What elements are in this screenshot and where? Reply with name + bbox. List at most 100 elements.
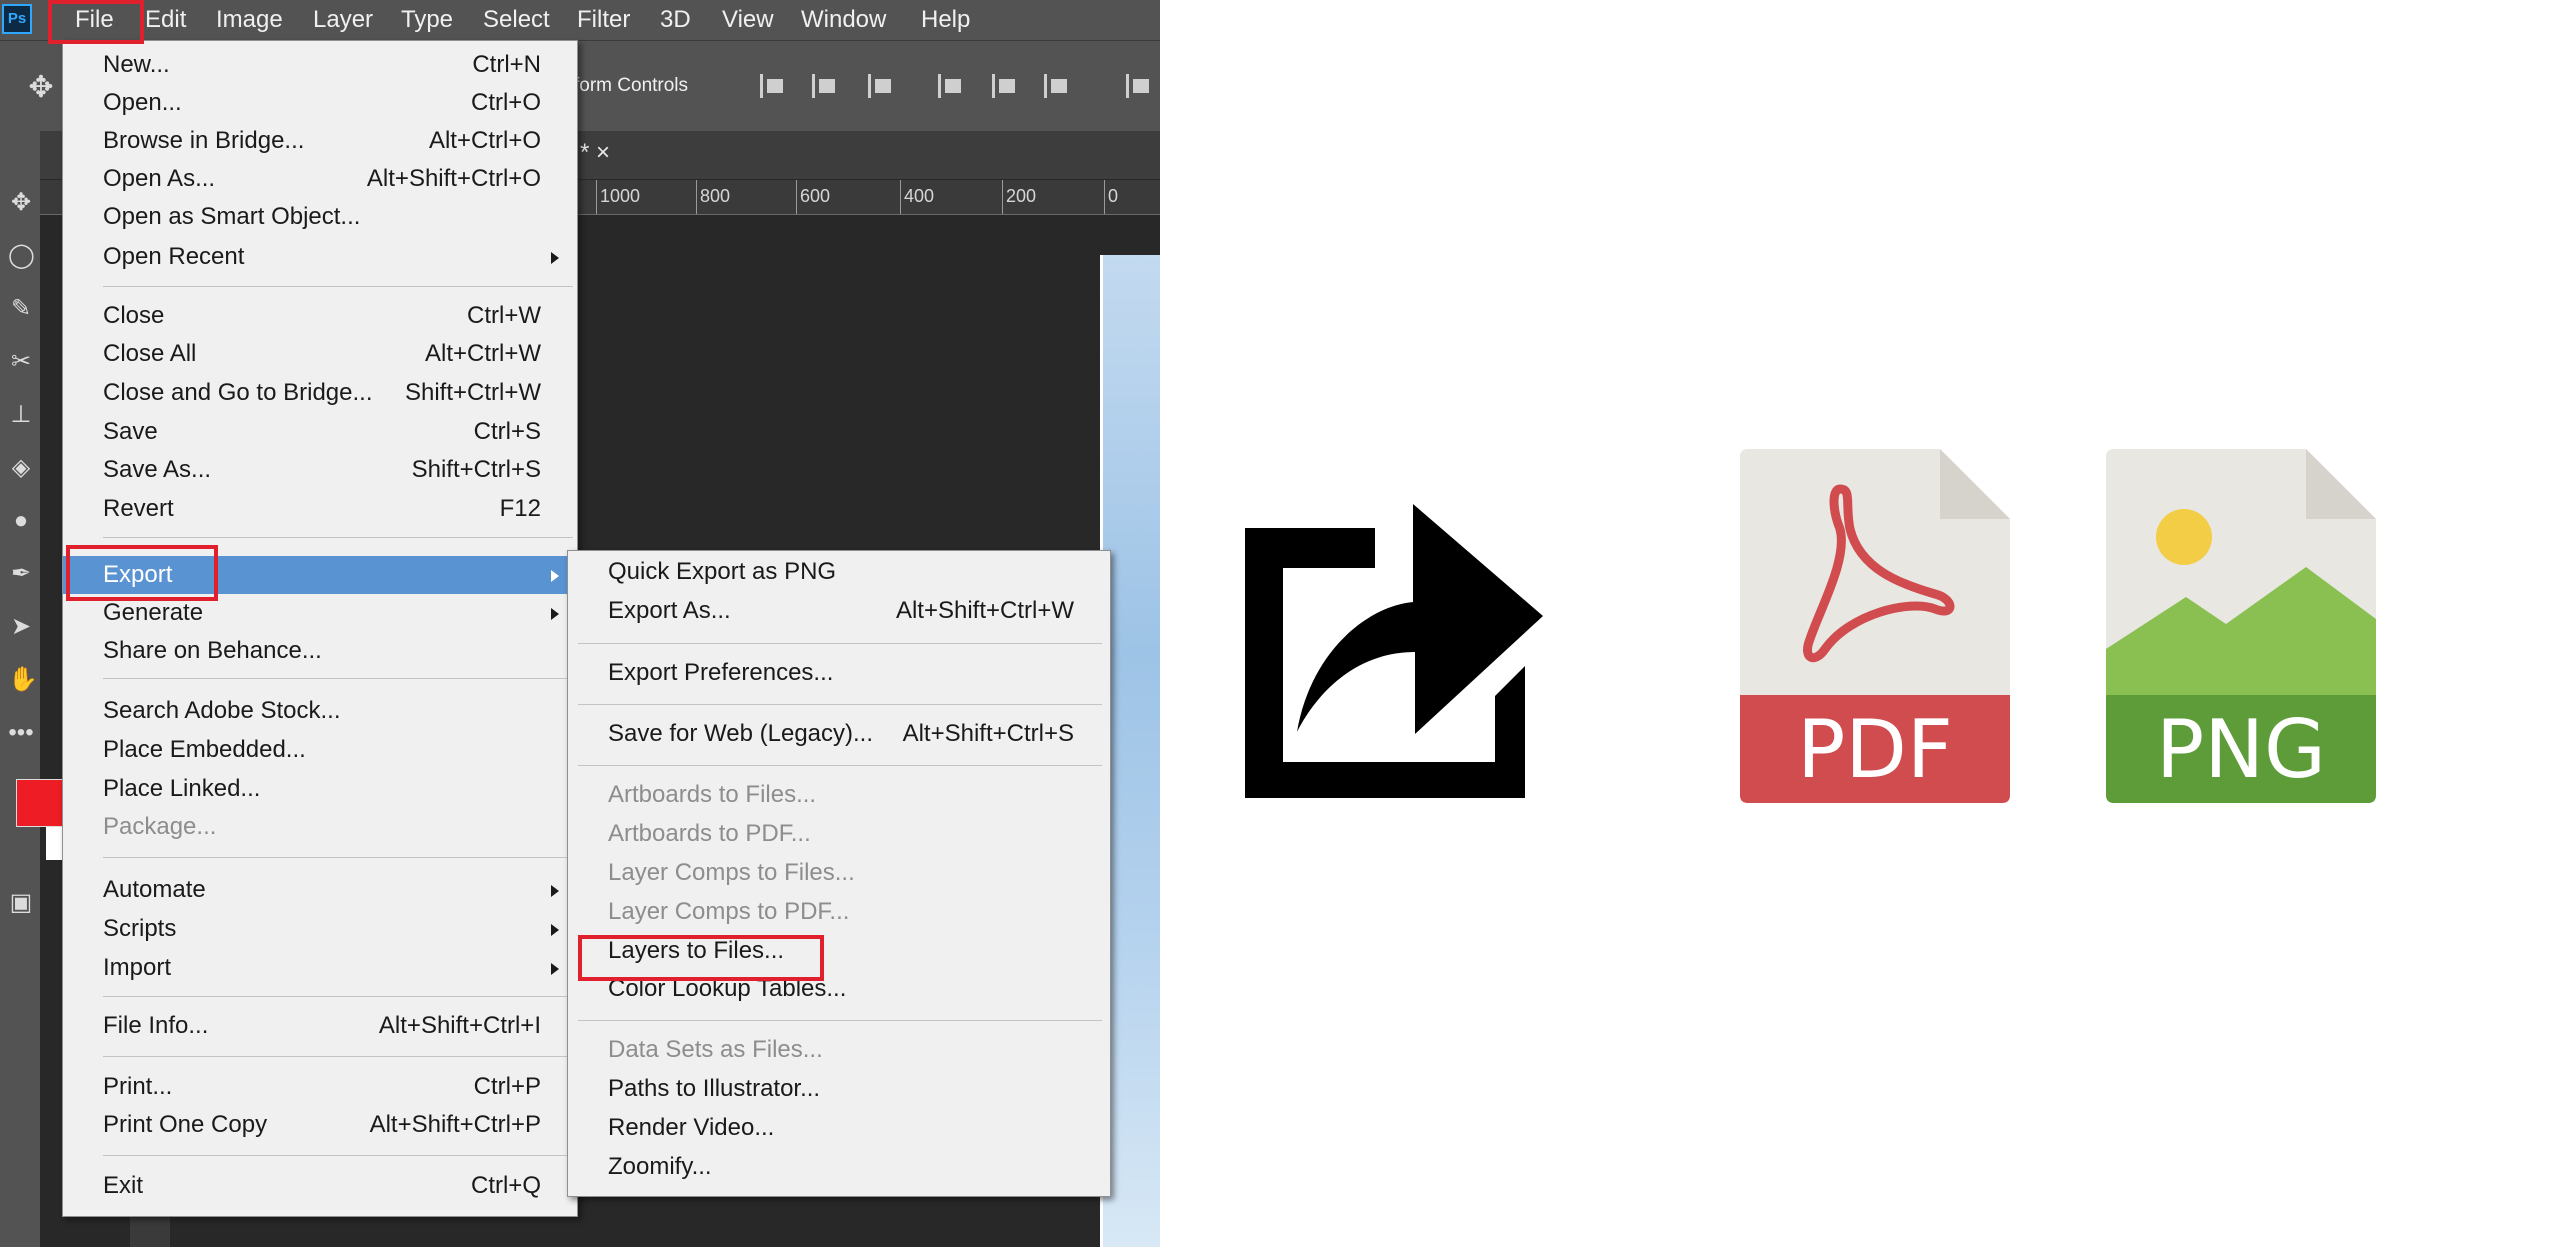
eraser-tool-icon[interactable]: ◈ <box>8 455 34 481</box>
align-bottom-icon[interactable] <box>864 71 898 101</box>
document-tab[interactable]: * × <box>580 139 610 167</box>
menu-item-data-sets-as-files: Data Sets as Files... <box>608 1036 823 1063</box>
ruler-tick <box>596 180 597 214</box>
menu-item-layer-comps-to-pdf: Layer Comps to PDF... <box>608 898 850 925</box>
menu-item-save[interactable]: Save Ctrl+S <box>63 413 577 451</box>
photoshop-logo: Ps <box>2 4 32 34</box>
foreground-color-swatch[interactable] <box>16 779 64 827</box>
align-left-icon[interactable] <box>934 71 968 101</box>
submenu-arrow-icon <box>551 885 559 897</box>
pdf-label: PDF <box>1797 703 1953 796</box>
pdf-file-icon: PDF <box>1740 449 2010 803</box>
menu-item-save-as[interactable]: Save As... Shift+Ctrl+S <box>63 451 577 489</box>
move-tool-icon[interactable]: ✥ <box>8 190 34 216</box>
menu-item-search-adobe-stock[interactable]: Search Adobe Stock... <box>63 692 577 730</box>
hand-tool-icon[interactable]: ✋ <box>8 667 38 693</box>
annotation-box-file <box>48 0 144 44</box>
submenu-arrow-icon <box>551 252 559 264</box>
quick-mask-icon[interactable]: ▣ <box>8 890 34 916</box>
menu-item-artboards-to-files: Artboards to Files... <box>608 781 817 808</box>
ruler-tick <box>796 180 797 214</box>
crop-tool-icon[interactable]: ✂ <box>8 349 34 375</box>
share-export-icon <box>1245 504 1543 798</box>
more-tools-icon[interactable]: ••• <box>8 720 34 746</box>
menu-bar: Ps File Edit Image Layer Type Select Fil… <box>0 0 1160 40</box>
align-horizontal-center-icon[interactable] <box>988 71 1022 101</box>
menu-item-print[interactable]: Print... Ctrl+P <box>63 1068 577 1106</box>
menu-select[interactable]: Select <box>483 0 550 40</box>
menu-item-close-all[interactable]: Close All Alt+Ctrl+W <box>63 335 577 373</box>
menu-item-open[interactable]: Open... Ctrl+O <box>63 84 577 122</box>
menu-item-save-for-web[interactable]: Save for Web (Legacy)... Alt+Shift+Ctrl+S <box>568 715 1110 753</box>
menu-separator <box>103 286 573 287</box>
menu-item-browse-in-bridge[interactable]: Browse in Bridge... Alt+Ctrl+O <box>63 122 577 160</box>
menu-item-scripts[interactable]: Scripts <box>63 910 577 948</box>
menu-item-package: Package... <box>103 813 217 840</box>
ruler-label: 400 <box>904 186 935 206</box>
menu-window[interactable]: Window <box>801 0 886 40</box>
menu-item-paths-to-illustrator[interactable]: Paths to Illustrator... <box>568 1070 1110 1108</box>
ruler-tick <box>900 180 901 214</box>
menu-item-open-as-smart-object[interactable]: Open as Smart Object... <box>63 198 577 236</box>
menu-item-open-recent[interactable]: Open Recent <box>63 238 577 276</box>
png-label: PNG <box>2156 703 2326 796</box>
menu-item-close-and-go-to-bridge[interactable]: Close and Go to Bridge... Shift+Ctrl+W <box>63 374 577 412</box>
menu-separator <box>578 643 1102 644</box>
ruler-tick <box>1104 180 1105 214</box>
menu-help[interactable]: Help <box>921 0 970 40</box>
menu-item-share-on-behance[interactable]: Share on Behance... <box>63 632 577 670</box>
menu-view[interactable]: View <box>722 0 774 40</box>
menu-item-place-linked[interactable]: Place Linked... <box>63 770 577 808</box>
menu-item-open-as[interactable]: Open As... Alt+Shift+Ctrl+O <box>63 160 577 198</box>
menu-edit[interactable]: Edit <box>145 0 186 40</box>
ruler-label: 1000 <box>600 186 641 206</box>
blur-tool-icon[interactable]: ● <box>8 508 34 534</box>
submenu-arrow-icon <box>551 924 559 936</box>
menu-separator <box>103 996 573 997</box>
align-right-icon[interactable] <box>1040 71 1074 101</box>
menu-item-export-preferences[interactable]: Export Preferences... <box>568 654 1110 692</box>
menu-item-new[interactable]: New... Ctrl+N <box>63 46 577 84</box>
transform-controls-label[interactable]: form Controls <box>574 75 688 97</box>
menu-item-revert[interactable]: Revert F12 <box>63 490 577 528</box>
ruler-label: 0 <box>1108 186 1119 206</box>
submenu-arrow-icon <box>551 608 559 620</box>
submenu-arrow-icon <box>551 963 559 975</box>
move-tool-icon[interactable]: ✥ <box>24 71 58 105</box>
menu-item-close[interactable]: Close Ctrl+W <box>63 297 577 335</box>
menu-item-automate[interactable]: Automate <box>63 871 577 909</box>
align-vertical-center-icon[interactable] <box>808 71 842 101</box>
menu-item-exit[interactable]: Exit Ctrl+Q <box>63 1167 577 1205</box>
menu-separator <box>578 1020 1102 1021</box>
pen-tool-icon[interactable]: ✒ <box>8 561 34 587</box>
lasso-tool-icon[interactable]: ◯ <box>8 243 35 269</box>
annotation-box-layers-to-files <box>578 935 824 981</box>
menu-layer[interactable]: Layer <box>313 0 373 40</box>
photoshop-window: Ps File Edit Image Layer Type Select Fil… <box>0 0 1160 1247</box>
menu-type[interactable]: Type <box>401 0 453 40</box>
menu-item-import[interactable]: Import <box>63 949 577 987</box>
menu-item-zoomify[interactable]: Zoomify... <box>568 1148 1110 1186</box>
distribute-icon[interactable] <box>1122 71 1156 101</box>
export-submenu: Quick Export as PNG Export As... Alt+Shif… <box>567 550 1111 1197</box>
png-file-icon: PNG <box>2106 449 2376 803</box>
quick-select-tool-icon[interactable]: ✎ <box>8 296 34 322</box>
align-top-icon[interactable] <box>756 71 790 101</box>
menu-filter[interactable]: Filter <box>577 0 630 40</box>
menu-item-export-as[interactable]: Export As... Alt+Shift+Ctrl+W <box>568 592 1110 630</box>
menu-item-print-one-copy[interactable]: Print One Copy Alt+Shift+Ctrl+P <box>63 1106 577 1144</box>
stamp-tool-icon[interactable]: ⊥ <box>8 402 34 428</box>
menu-item-layer-comps-to-files: Layer Comps to Files... <box>608 859 855 886</box>
background-color-swatch[interactable] <box>46 826 62 860</box>
menu-separator <box>103 857 573 858</box>
menu-item-file-info[interactable]: File Info... Alt+Shift+Ctrl+I <box>63 1007 577 1045</box>
menu-item-render-video[interactable]: Render Video... <box>568 1109 1110 1147</box>
menu-item-quick-export-as-png[interactable]: Quick Export as PNG <box>568 553 1110 591</box>
ruler-tick <box>696 180 697 214</box>
path-select-tool-icon[interactable]: ➤ <box>8 614 34 640</box>
menu-image[interactable]: Image <box>216 0 283 40</box>
menu-3d[interactable]: 3D <box>660 0 691 40</box>
ruler-label: 200 <box>1006 186 1037 206</box>
menu-item-artboards-to-pdf: Artboards to PDF... <box>608 820 811 847</box>
menu-item-place-embedded[interactable]: Place Embedded... <box>63 731 577 769</box>
